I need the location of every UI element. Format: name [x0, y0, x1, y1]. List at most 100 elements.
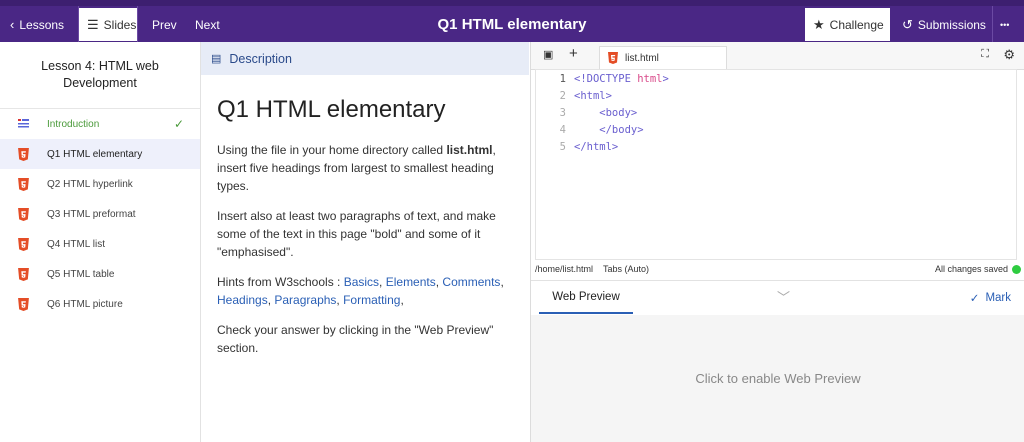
- code-text: <html>: [574, 89, 612, 102]
- next-button[interactable]: Next: [195, 8, 220, 41]
- code-text: </html>: [574, 140, 619, 153]
- file-tab[interactable]: list.html: [599, 46, 727, 69]
- editor-panel: ▣ + list.html ⛶ ⚙ 1 <!DOCTYPE html >2 <html…: [530, 42, 1024, 442]
- slides-icon: [18, 118, 29, 131]
- sidebar-item-label: Q1 HTML elementary: [47, 148, 143, 160]
- menu-icon: ☰: [87, 16, 99, 32]
- link-elements[interactable]: Elements: [386, 275, 436, 289]
- save-status: All changes saved: [934, 264, 1008, 274]
- description-header[interactable]: ▤ Description: [201, 42, 529, 75]
- next-label: Next: [195, 17, 220, 32]
- line-number: 5: [559, 140, 566, 153]
- divider: [137, 6, 138, 42]
- sidebar-item-label: Q4 HTML list: [47, 238, 105, 250]
- paragraph-1: Using the file in your home directory ca…: [217, 141, 517, 195]
- line-number: 3: [559, 106, 566, 119]
- html5-icon: [18, 297, 29, 311]
- link-formatting[interactable]: Formatting: [343, 293, 400, 307]
- sidebar-item-label: Q6 HTML picture: [47, 298, 123, 310]
- text: Using the file in your home directory ca…: [217, 143, 447, 157]
- document-icon: ▤: [211, 53, 222, 65]
- link-headings[interactable]: Headings: [217, 293, 268, 307]
- file-path: /home/list.html: [535, 264, 594, 274]
- chevron-left-icon: ‹: [10, 17, 15, 32]
- lessons-label: Lessons: [19, 17, 65, 32]
- hints-prefix: Hints from W3schools :: [217, 275, 344, 289]
- code-text: </body>: [574, 123, 644, 136]
- challenge-heading: Q1 HTML elementary: [217, 96, 446, 123]
- editor-status-bar: /home/list.html Tabs (Auto) All changes …: [535, 260, 1021, 278]
- html5-icon: [608, 51, 619, 65]
- code-line: 5 </html>: [536, 138, 1016, 155]
- sidebar-item[interactable]: Introduction ✓: [0, 109, 200, 139]
- status-dot-icon: [1012, 264, 1021, 274]
- link-comments[interactable]: Comments: [442, 275, 500, 289]
- terminal-icon[interactable]: ▣: [543, 48, 553, 61]
- html5-icon: [18, 267, 29, 281]
- link-paragraphs[interactable]: Paragraphs: [274, 293, 336, 307]
- html5-icon: [18, 177, 29, 191]
- code-line: 4 </body>: [536, 121, 1016, 138]
- sidebar-item[interactable]: Q6 HTML picture: [0, 289, 200, 319]
- history-icon: ↺: [902, 16, 913, 32]
- code-line: 1 <!DOCTYPE html >: [536, 70, 1016, 87]
- editor-tab-bar: ▣ + list.html ⛶ ⚙: [531, 42, 1024, 70]
- top-stripe: [0, 0, 1024, 6]
- challenge-label: Challenge: [829, 17, 884, 32]
- sidebar-item-label: Q2 HTML hyperlink: [47, 178, 133, 190]
- indent-mode[interactable]: Tabs (Auto): [603, 264, 649, 274]
- preview-tab-bar: Web Preview ﹀ ✓ Mark: [531, 280, 1024, 316]
- line-number: 1: [559, 72, 566, 85]
- web-preview-area[interactable]: Click to enable Web Preview: [531, 315, 1024, 442]
- sidebar-item[interactable]: Q3 HTML preformat: [0, 199, 200, 229]
- submissions-button[interactable]: ↺ Submissions: [902, 8, 986, 41]
- sidebar: Lesson 4: HTML web Development Introduct…: [0, 42, 201, 442]
- slides-button[interactable]: ☰ Slides: [79, 8, 137, 41]
- divider: [992, 6, 993, 42]
- sidebar-item-label: Q3 HTML preformat: [47, 208, 136, 220]
- submissions-label: Submissions: [917, 17, 986, 32]
- code-line: 2 <html>: [536, 87, 1016, 104]
- code-keyword: html: [637, 72, 663, 85]
- paragraph-hints: Hints from W3schools : Basics, Elements,…: [217, 275, 504, 307]
- challenge-button[interactable]: ★ Challenge: [805, 8, 890, 41]
- more-button[interactable]: •••: [1000, 8, 1009, 41]
- tab-label: Web Preview: [552, 290, 620, 303]
- check-icon: ✓: [173, 117, 184, 131]
- prev-button[interactable]: Prev: [152, 8, 177, 41]
- sidebar-item[interactable]: Q1 HTML elementary: [0, 139, 200, 169]
- html5-icon: [18, 207, 29, 221]
- chevron-down-icon[interactable]: ﹀: [777, 287, 790, 306]
- paragraph-2: Insert also at least two paragraphs of t…: [217, 209, 496, 259]
- fullscreen-icon[interactable]: ⛶: [981, 48, 989, 61]
- file-name: list.html: [446, 143, 493, 157]
- sidebar-item[interactable]: Q5 HTML table: [0, 259, 200, 289]
- html5-icon: [18, 237, 29, 251]
- gear-icon[interactable]: ⚙: [1003, 47, 1015, 63]
- description-panel: ▤ Description Q1 HTML elementary Using t…: [201, 42, 529, 442]
- sidebar-item-label: Introduction: [47, 118, 100, 130]
- sidebar-item[interactable]: Q2 HTML hyperlink: [0, 169, 200, 199]
- mark-label: Mark: [985, 291, 1011, 304]
- sidebar-item[interactable]: Q4 HTML list: [0, 229, 200, 259]
- add-tab-icon[interactable]: +: [569, 45, 578, 62]
- lessons-button[interactable]: ‹ Lessons: [10, 8, 64, 41]
- more-icon: •••: [1000, 19, 1010, 30]
- link-basics[interactable]: Basics: [344, 275, 379, 289]
- html5-icon: [18, 147, 29, 161]
- top-bar: ‹ Lessons ☰ Slides Prev Next Q1 HTML ele…: [0, 0, 1024, 42]
- paragraph-4: Check your answer by clicking in the "We…: [217, 323, 494, 355]
- file-tab-label: list.html: [625, 52, 659, 64]
- mark-button[interactable]: ✓ Mark: [970, 281, 1011, 314]
- code-line: 3 <body>: [536, 104, 1016, 121]
- star-icon: ★: [813, 16, 825, 32]
- tab-web-preview[interactable]: Web Preview: [539, 281, 633, 314]
- code-editor[interactable]: 1 <!DOCTYPE html >2 <html> 3 <body> 4 </body>…: [535, 69, 1017, 260]
- prev-label: Prev: [152, 17, 177, 32]
- line-number: 2: [559, 89, 566, 102]
- code-text: >: [662, 72, 669, 85]
- slides-label: Slides: [103, 17, 137, 32]
- description-body: Using the file in your home directory ca…: [217, 141, 517, 369]
- code-text: <!DOCTYPE: [574, 72, 638, 85]
- check-icon: ✓: [969, 292, 980, 305]
